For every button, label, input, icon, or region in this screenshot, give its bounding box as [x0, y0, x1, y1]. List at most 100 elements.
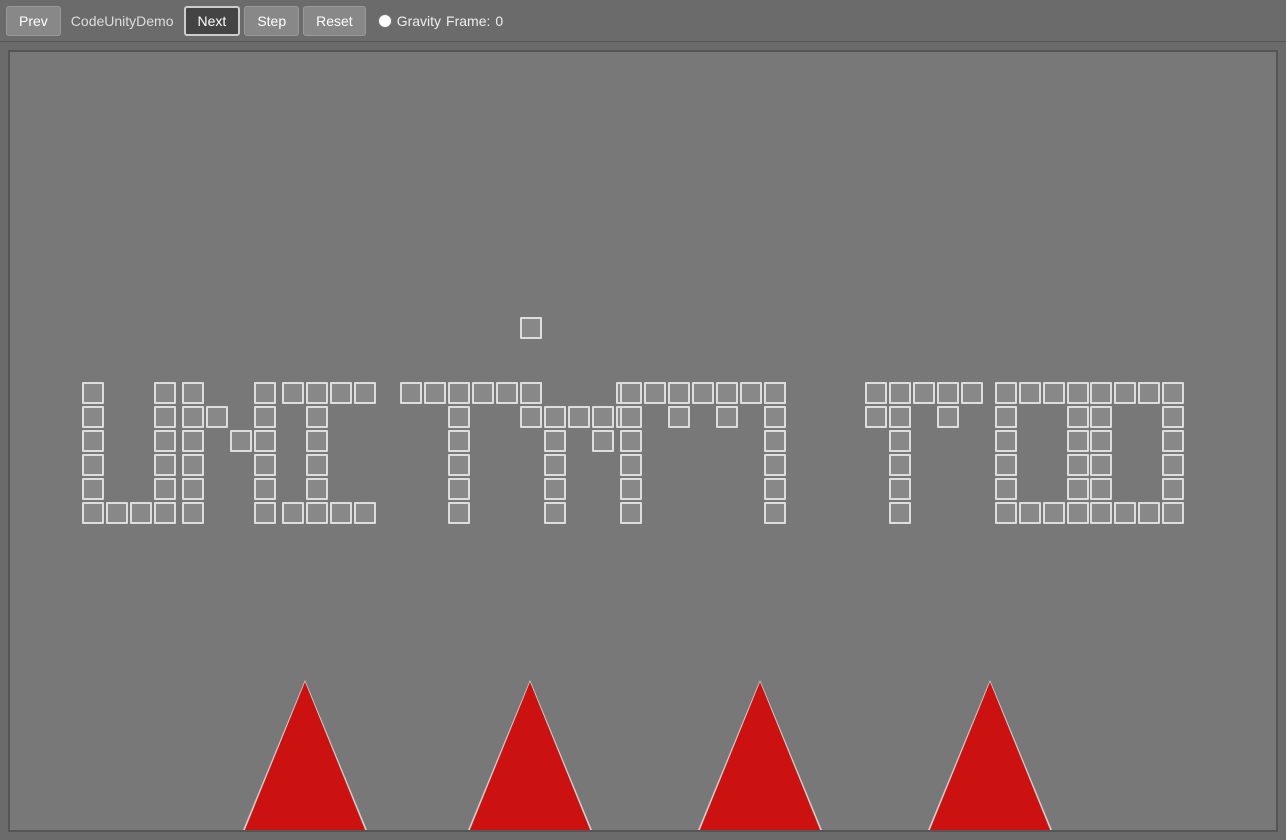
pixel-block	[592, 430, 614, 452]
pixel-block	[865, 406, 887, 428]
pixel-block	[130, 502, 152, 524]
pixel-block	[1043, 502, 1065, 524]
pixel-block	[230, 430, 252, 452]
pixel-block	[306, 454, 328, 476]
pixel-block	[306, 430, 328, 452]
pixel-block	[520, 317, 542, 339]
pixel-block	[620, 478, 642, 500]
pixel-block	[1162, 430, 1184, 452]
pixel-block	[306, 382, 328, 404]
pixel-block	[1067, 430, 1089, 452]
pixel-block	[1067, 454, 1089, 476]
pixel-block	[448, 502, 470, 524]
pixel-block	[1090, 478, 1112, 500]
pixel-block	[182, 478, 204, 500]
pixel-block	[1019, 382, 1041, 404]
gravity-radio[interactable]	[378, 14, 392, 28]
gravity-label: Gravity	[397, 13, 441, 29]
next-button[interactable]: Next	[184, 6, 241, 36]
pixel-block	[1162, 502, 1184, 524]
pixel-block	[620, 430, 642, 452]
pixel-block	[254, 454, 276, 476]
pixel-block	[330, 502, 352, 524]
pixel-block	[889, 478, 911, 500]
pixel-block	[154, 406, 176, 428]
pixel-block	[740, 382, 762, 404]
pixel-block	[282, 502, 304, 524]
pixel-block	[448, 430, 470, 452]
pixel-block	[889, 382, 911, 404]
pixel-block	[1138, 382, 1160, 404]
pixel-block	[889, 430, 911, 452]
pixel-block	[889, 502, 911, 524]
pixel-block	[400, 382, 422, 404]
pixel-block	[620, 382, 642, 404]
pixel-block	[306, 406, 328, 428]
pixel-block	[354, 382, 376, 404]
pixel-block	[995, 406, 1017, 428]
canvas-area	[8, 50, 1278, 832]
pixel-block	[889, 454, 911, 476]
pixel-block	[937, 382, 959, 404]
pixel-block	[182, 454, 204, 476]
pixel-block	[254, 382, 276, 404]
pixel-block	[106, 502, 128, 524]
demo-label: CodeUnityDemo	[65, 13, 180, 29]
pixel-block	[995, 454, 1017, 476]
pixel-block	[82, 430, 104, 452]
pixel-block	[182, 502, 204, 524]
pixel-block	[1162, 406, 1184, 428]
pixel-block	[1019, 502, 1041, 524]
pixel-block	[472, 382, 494, 404]
pixel-block	[995, 478, 1017, 500]
pixel-block	[668, 406, 690, 428]
pixel-block	[448, 382, 470, 404]
pixel-block	[620, 454, 642, 476]
pixel-block	[254, 502, 276, 524]
pixel-block	[889, 406, 911, 428]
pixel-block	[1138, 502, 1160, 524]
pixel-block	[82, 382, 104, 404]
pixel-block	[448, 406, 470, 428]
pixel-block	[668, 382, 690, 404]
pixel-block	[182, 430, 204, 452]
pixel-block	[592, 406, 614, 428]
pixel-block	[1162, 478, 1184, 500]
pixel-block	[154, 502, 176, 524]
pixel-block	[424, 382, 446, 404]
pixel-block	[764, 430, 786, 452]
pixel-block	[716, 406, 738, 428]
pixel-block	[544, 454, 566, 476]
pixel-block	[154, 382, 176, 404]
pixel-block	[206, 406, 228, 428]
pixel-block	[1162, 454, 1184, 476]
pixel-block	[1067, 502, 1089, 524]
pixel-block	[254, 478, 276, 500]
pixel-block	[764, 454, 786, 476]
prev-button[interactable]: Prev	[6, 6, 61, 36]
pixel-block	[961, 382, 983, 404]
pixel-block	[330, 382, 352, 404]
pixel-block	[182, 406, 204, 428]
pixel-block	[620, 406, 642, 428]
pixel-block	[82, 406, 104, 428]
step-button[interactable]: Step	[244, 6, 299, 36]
pixel-block	[1067, 478, 1089, 500]
toolbar: Prev CodeUnityDemo Next Step Reset Gravi…	[0, 0, 1286, 42]
pixel-block	[1114, 382, 1136, 404]
pixel-block	[1090, 454, 1112, 476]
pixel-block	[154, 430, 176, 452]
pixel-block	[448, 478, 470, 500]
pixel-block	[644, 382, 666, 404]
pixel-block	[448, 454, 470, 476]
pixel-block	[937, 406, 959, 428]
gravity-section: Gravity Frame: 0	[378, 13, 503, 29]
pixel-block	[1162, 382, 1184, 404]
pixel-block	[1043, 382, 1065, 404]
pixel-block	[995, 502, 1017, 524]
pixel-block	[995, 382, 1017, 404]
pixel-block	[82, 502, 104, 524]
reset-button[interactable]: Reset	[303, 6, 366, 36]
pixel-block	[544, 406, 566, 428]
pixel-block	[354, 502, 376, 524]
